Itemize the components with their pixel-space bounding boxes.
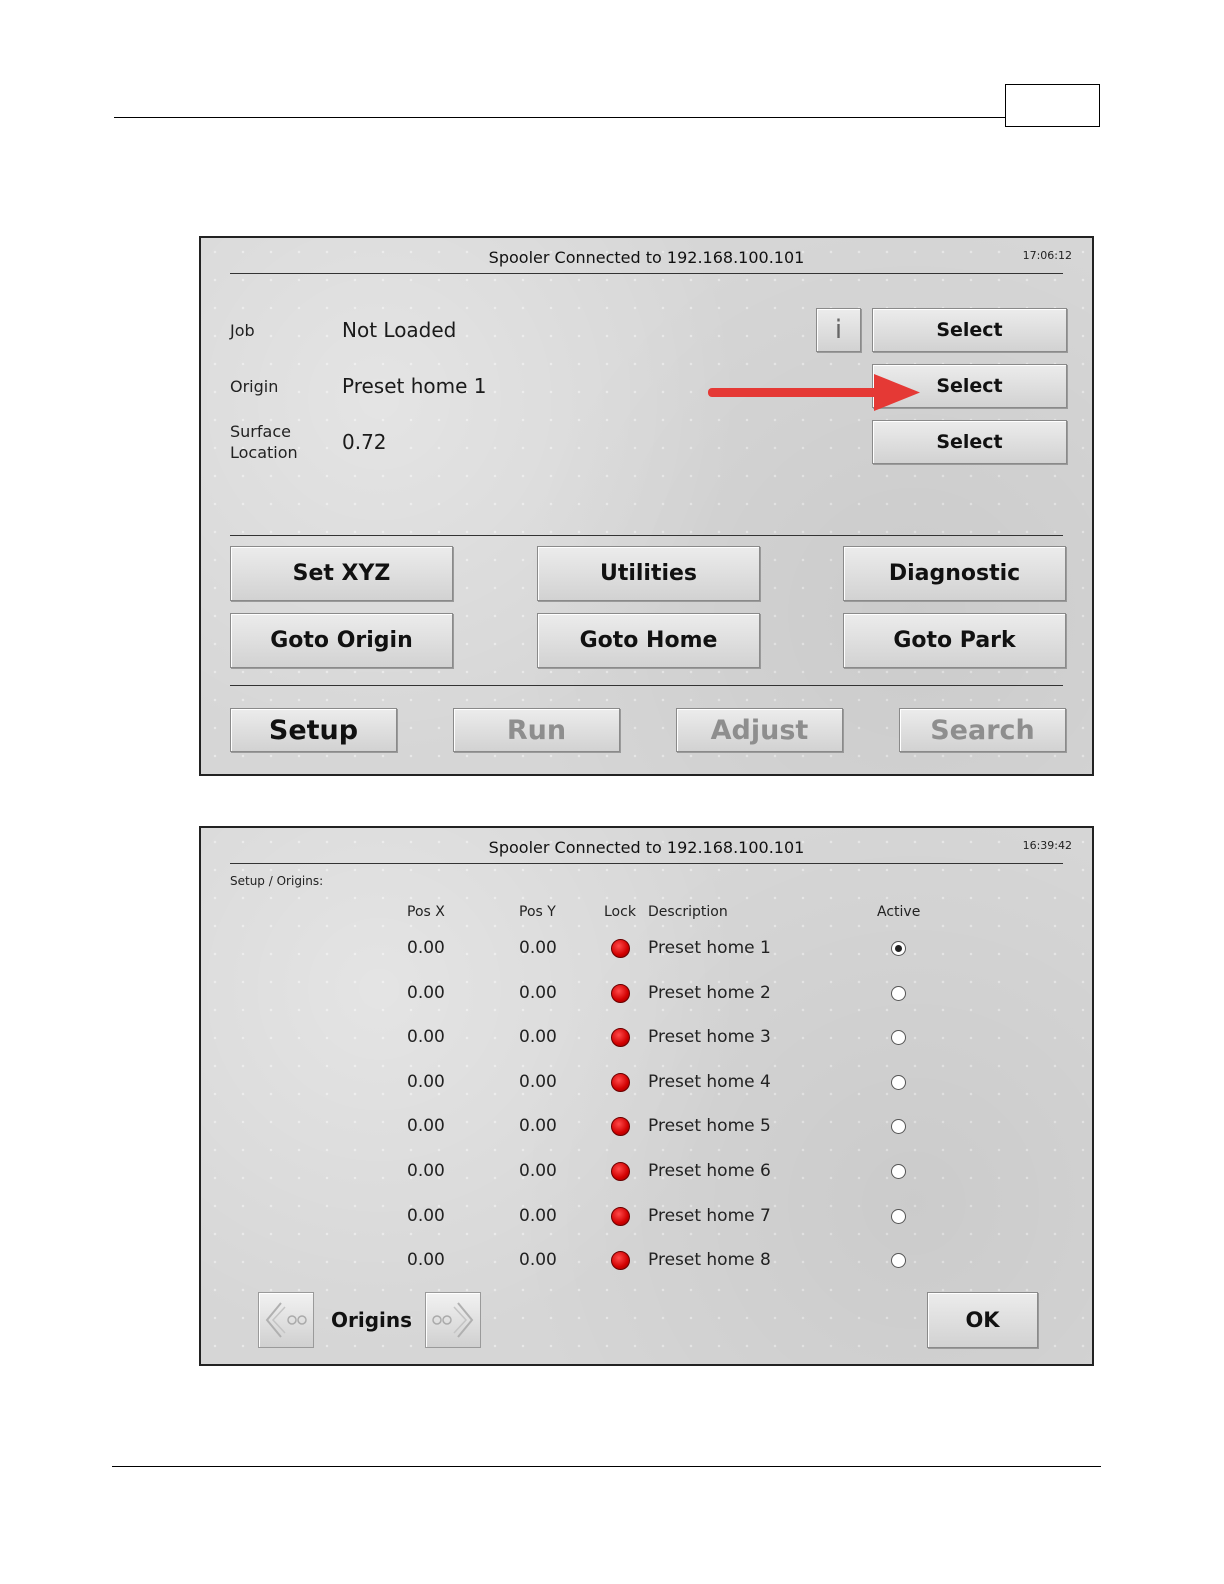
main-screen: Spooler Connected to 192.168.100.101 17:… [199,236,1094,776]
col-header-posy: Pos Y [519,904,556,920]
surface-select-button[interactable]: Select [872,420,1067,464]
job-select-button[interactable]: Select [872,308,1067,352]
lock-indicator-icon[interactable] [611,939,630,958]
connection-title: Spooler Connected to 192.168.100.101 [488,838,805,857]
lock-indicator-icon[interactable] [611,1206,630,1226]
posx-value: 0.00 [407,1116,445,1137]
active-radio[interactable] [891,1074,906,1090]
section-divider-2 [230,685,1063,686]
goto-origin-button[interactable]: Goto Origin [230,613,453,668]
table-row: 0.00 0.00 Preset home 6 [201,1156,1092,1186]
active-radio[interactable] [891,1208,906,1224]
title-divider [230,863,1063,864]
posx-value: 0.00 [407,982,445,1003]
active-radio[interactable] [891,1030,906,1046]
next-page-button[interactable] [425,1292,481,1348]
goto-park-button[interactable]: Goto Park [843,613,1066,668]
surface-label-line1: Surface [230,422,291,441]
title-divider [230,273,1063,274]
active-radio[interactable] [891,1119,906,1135]
lock-indicator-icon[interactable] [611,1072,630,1092]
posy-value: 0.00 [519,1250,557,1271]
red-arrow-annotation [708,374,920,411]
chevron-left-icon [265,1302,307,1338]
description-value: Preset home 7 [648,1205,771,1226]
description-value: Preset home 2 [648,982,771,1003]
posy-value: 0.00 [519,1116,557,1137]
surface-label-line2: Location [230,443,298,462]
origin-label: Origin [230,377,279,396]
description-value: Preset home 5 [648,1116,771,1137]
chevron-right-icon [432,1302,474,1338]
origins-screen: Spooler Connected to 192.168.100.101 16:… [199,826,1094,1366]
description-value: Preset home 6 [648,1161,771,1181]
posx-value: 0.00 [407,1027,445,1048]
table-row: 0.00 0.00 Preset home 8 [201,1245,1092,1275]
lock-indicator-icon[interactable] [611,1117,630,1137]
clock: 17:06:12 [1022,249,1072,262]
posy-value: 0.00 [519,982,557,1003]
job-value: Not Loaded [342,318,457,342]
footer-rule [112,1466,1101,1467]
lock-indicator-icon[interactable] [611,1162,630,1181]
posx-value: 0.00 [407,1250,445,1271]
description-value: Preset home 8 [648,1250,771,1271]
prev-page-button[interactable] [258,1292,314,1348]
table-row: 0.00 0.00 Preset home 4 [201,1067,1092,1097]
col-header-posx: Pos X [407,904,445,920]
setup-mode-button[interactable]: Setup [230,708,397,752]
utilities-button[interactable]: Utilities [537,546,760,601]
active-radio[interactable] [891,1253,906,1269]
table-row: 0.00 0.00 Preset home 1 [201,933,1092,963]
posx-value: 0.00 [407,938,445,958]
active-radio[interactable] [891,1164,906,1179]
connection-title: Spooler Connected to 192.168.100.101 [488,248,805,267]
surface-location-label: Surface Location [230,421,298,463]
col-header-lock: Lock [604,904,636,920]
page-number-box [1005,84,1100,127]
active-radio[interactable] [891,985,906,1001]
active-radio[interactable] [891,941,906,956]
header-rule [114,117,1006,118]
description-value: Preset home 1 [648,938,771,958]
table-row: 0.00 0.00 Preset home 3 [201,1022,1092,1052]
search-mode-button[interactable]: Search [899,708,1066,752]
ok-button[interactable]: OK [927,1292,1038,1348]
job-label: Job [230,321,255,340]
goto-home-button[interactable]: Goto Home [537,613,760,668]
lock-indicator-icon[interactable] [611,983,630,1003]
posx-value: 0.00 [407,1205,445,1226]
info-button[interactable]: i [816,308,861,352]
page-label: Origins [331,1308,413,1332]
diagnostic-button[interactable]: Diagnostic [843,546,1066,601]
description-value: Preset home 4 [648,1071,771,1092]
section-divider-1 [230,535,1063,536]
origin-value: Preset home 1 [342,374,487,398]
lock-indicator-icon[interactable] [611,1251,630,1271]
col-header-active: Active [877,904,921,920]
clock: 16:39:42 [1022,839,1072,852]
table-row: 0.00 0.00 Preset home 5 [201,1111,1092,1141]
adjust-mode-button[interactable]: Adjust [676,708,843,752]
surface-location-value: 0.72 [342,430,387,454]
posy-value: 0.00 [519,1027,557,1048]
lock-indicator-icon[interactable] [611,1028,630,1048]
breadcrumb: Setup / Origins: [230,874,324,888]
set-xyz-button[interactable]: Set XYZ [230,546,453,601]
posy-value: 0.00 [519,938,557,958]
col-header-description: Description [648,904,728,920]
run-mode-button[interactable]: Run [453,708,620,752]
posx-value: 0.00 [407,1071,445,1092]
posy-value: 0.00 [519,1205,557,1226]
posx-value: 0.00 [407,1161,445,1181]
posy-value: 0.00 [519,1161,557,1181]
table-row: 0.00 0.00 Preset home 2 [201,978,1092,1008]
posy-value: 0.00 [519,1071,557,1092]
table-row: 0.00 0.00 Preset home 7 [201,1201,1092,1231]
description-value: Preset home 3 [648,1027,771,1048]
